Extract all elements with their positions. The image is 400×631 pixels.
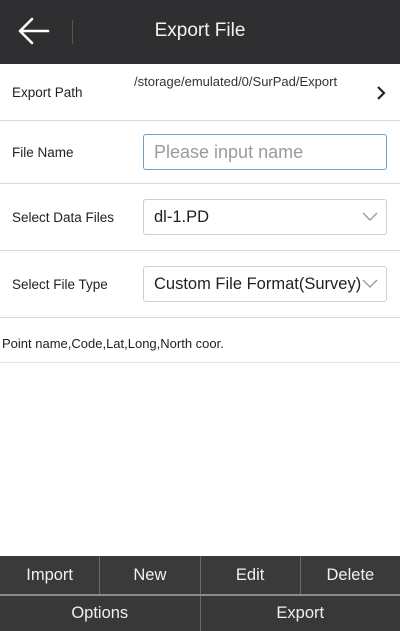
data-files-value: dl-1.PD xyxy=(154,208,210,226)
data-files-row: Select Data Files dl-1.PD xyxy=(0,184,400,251)
export-button[interactable]: Export xyxy=(201,596,400,631)
file-type-label: Select File Type xyxy=(12,277,108,292)
options-button[interactable]: Options xyxy=(0,596,201,631)
file-type-value: Custom File Format(Survey) xyxy=(154,275,362,293)
edit-button[interactable]: Edit xyxy=(201,556,301,594)
chevron-down-icon xyxy=(362,279,378,288)
app-header: Export File xyxy=(0,0,400,64)
file-type-select[interactable]: Custom File Format(Survey) xyxy=(143,266,387,302)
data-files-label: Select Data Files xyxy=(12,210,115,225)
new-button[interactable]: New xyxy=(100,556,201,594)
file-name-row: File Name xyxy=(0,121,400,184)
file-name-input[interactable] xyxy=(143,134,387,170)
data-files-select[interactable]: dl-1.PD xyxy=(143,199,387,235)
bottom-toolbar: Options Export xyxy=(0,596,400,631)
delete-button[interactable]: Delete xyxy=(301,556,400,594)
action-toolbar: Import New Edit Delete xyxy=(0,556,400,594)
file-name-label: File Name xyxy=(12,145,74,160)
export-path-value: /storage/emulated/0/SurPad/Export xyxy=(134,74,338,89)
export-path-label: Export Path xyxy=(12,85,83,100)
import-button[interactable]: Import xyxy=(0,556,101,594)
export-path-row[interactable]: Export Path /storage/emulated/0/SurPad/E… xyxy=(0,64,400,121)
format-preview-text: Point name,Code,Lat,Long,North coor. xyxy=(2,336,224,351)
chevron-right-icon xyxy=(377,86,386,100)
file-type-row: Select File Type Custom File Format(Surv… xyxy=(0,251,400,318)
page-title: Export File xyxy=(154,20,246,41)
chevron-down-icon xyxy=(362,212,378,221)
format-preview: Point name,Code,Lat,Long,North coor. xyxy=(0,318,400,363)
